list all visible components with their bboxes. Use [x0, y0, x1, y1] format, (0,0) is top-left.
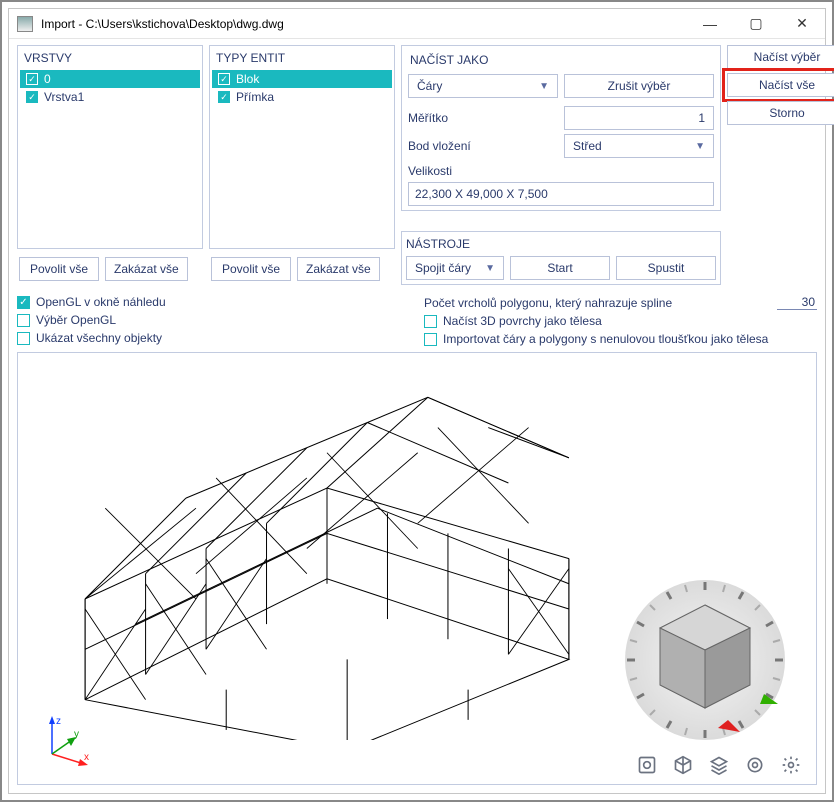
size-value: 22,300 X 49,000 X 7,500	[408, 182, 714, 206]
opengl-preview-label: OpenGL v okně náhledu	[36, 295, 166, 309]
chevron-down-icon: ▼	[695, 141, 705, 152]
load-surfaces-label: Načíst 3D povrchy jako tělesa	[443, 314, 602, 328]
layers-title: VRSTVY	[20, 48, 200, 70]
scale-label: Měřítko	[408, 111, 558, 125]
list-item-label: Přímka	[236, 90, 274, 104]
layers-panel: VRSTVY 0 Vrstva1 Povolit vše Z	[17, 45, 203, 285]
close-button[interactable]: ✕	[779, 9, 825, 39]
cancel-selection-button[interactable]: Zrušit výběr	[564, 74, 714, 98]
window-title: Import - C:\Users\kstichova\Desktop\dwg.…	[41, 17, 687, 31]
axes-gizmo: z y x	[34, 712, 94, 772]
axis-y-label: y	[74, 729, 79, 740]
side-buttons: Načíst výběr Načíst vše Storno	[727, 45, 834, 285]
checkbox-icon	[17, 314, 30, 327]
wireframe-model	[42, 357, 612, 740]
preview-panel: z y x	[17, 352, 817, 785]
chevron-down-icon: ▼	[539, 81, 549, 92]
opengl-preview-checkbox[interactable]: OpenGL v okně náhledu	[17, 295, 410, 309]
checkbox-icon	[17, 332, 30, 345]
zoom-extents-icon[interactable]	[636, 754, 658, 776]
load-type-value: Čáry	[417, 79, 442, 93]
insert-combo[interactable]: Střed ▼	[564, 134, 714, 158]
checkbox-icon[interactable]	[218, 73, 230, 85]
entities-panel: TYPY ENTIT Blok Přímka Povolit vše	[209, 45, 395, 285]
import-lines-checkbox[interactable]: Importovat čáry a polygony s nenulovou t…	[424, 332, 817, 346]
load-column: NAČÍST JAKO Čáry ▼ Zrušit výběr Měřítko …	[401, 45, 721, 285]
tools-combo-value: Spojit čáry	[415, 261, 471, 275]
checkbox-icon	[424, 333, 437, 346]
load-selection-button[interactable]: Načíst výběr	[727, 45, 834, 69]
tools-panel: NÁSTROJE Spojit čáry ▼ Start Spustit	[401, 231, 721, 285]
layers-disable-all-button[interactable]: Zakázat vše	[105, 257, 188, 281]
entities-title: TYPY ENTIT	[212, 48, 392, 70]
list-item-label: Blok	[236, 72, 259, 86]
spline-points-row: Počet vrcholů polygonu, který nahrazuje …	[424, 295, 817, 310]
preview-canvas[interactable]: z y x	[22, 357, 812, 780]
cancel-button[interactable]: Storno	[727, 101, 834, 125]
show-all-checkbox[interactable]: Ukázat všechny objekty	[17, 331, 410, 345]
size-label: Velikosti	[408, 164, 714, 178]
preview-toolbar	[636, 754, 802, 776]
axis-x-label: x	[84, 752, 89, 763]
tools-start-button[interactable]: Start	[510, 256, 610, 280]
entities-list: Blok Přímka	[212, 70, 392, 246]
titlebar: Import - C:\Users\kstichova\Desktop\dwg.…	[9, 9, 825, 39]
checkbox-icon	[424, 315, 437, 328]
app-icon	[17, 16, 33, 32]
axis-z-label: z	[56, 716, 61, 727]
opengl-select-label: Výběr OpenGL	[36, 313, 116, 327]
checkbox-icon	[17, 296, 30, 309]
target-icon[interactable]	[744, 754, 766, 776]
tools-run-button[interactable]: Spustit	[616, 256, 716, 280]
minimize-button[interactable]: —	[687, 9, 733, 39]
entities-disable-all-button[interactable]: Zakázat vše	[297, 257, 380, 281]
list-item[interactable]: Vrstva1	[20, 88, 200, 106]
list-item-label: Vrstva1	[44, 90, 84, 104]
checkbox-icon[interactable]	[218, 91, 230, 103]
load-title: NAČÍST JAKO	[408, 50, 714, 70]
insert-label: Bod vložení	[408, 139, 558, 153]
checkbox-icon[interactable]	[26, 73, 38, 85]
checkbox-icon[interactable]	[26, 91, 38, 103]
insert-value: Střed	[573, 139, 602, 153]
import-lines-label: Importovat čáry a polygony s nenulovou t…	[443, 332, 768, 346]
tools-title: NÁSTROJE	[404, 234, 718, 254]
load-all-button[interactable]: Načíst vše	[727, 73, 834, 97]
box-icon[interactable]	[672, 754, 694, 776]
spline-label: Počet vrcholů polygonu, který nahrazuje …	[424, 296, 672, 310]
list-item[interactable]: 0	[20, 70, 200, 88]
chevron-down-icon: ▼	[485, 263, 495, 274]
entities-enable-all-button[interactable]: Povolit vše	[211, 257, 291, 281]
scale-input[interactable]: 1	[564, 106, 714, 130]
maximize-button[interactable]: ▢	[733, 9, 779, 39]
layers-icon[interactable]	[708, 754, 730, 776]
view-cube[interactable]	[610, 570, 800, 740]
tools-combo[interactable]: Spojit čáry ▼	[406, 256, 504, 280]
load-type-combo[interactable]: Čáry ▼	[408, 74, 558, 98]
list-item[interactable]: Blok	[212, 70, 392, 88]
load-surfaces-checkbox[interactable]: Načíst 3D povrchy jako tělesa	[424, 314, 817, 328]
list-item[interactable]: Přímka	[212, 88, 392, 106]
layers-enable-all-button[interactable]: Povolit vše	[19, 257, 99, 281]
show-all-label: Ukázat všechny objekty	[36, 331, 162, 345]
layers-list: 0 Vrstva1	[20, 70, 200, 246]
list-item-label: 0	[44, 72, 51, 86]
options-row: OpenGL v okně náhledu Výběr OpenGL Ukáza…	[17, 291, 817, 346]
spline-input[interactable]: 30	[777, 295, 817, 310]
gear-icon[interactable]	[780, 754, 802, 776]
opengl-select-checkbox[interactable]: Výběr OpenGL	[17, 313, 410, 327]
